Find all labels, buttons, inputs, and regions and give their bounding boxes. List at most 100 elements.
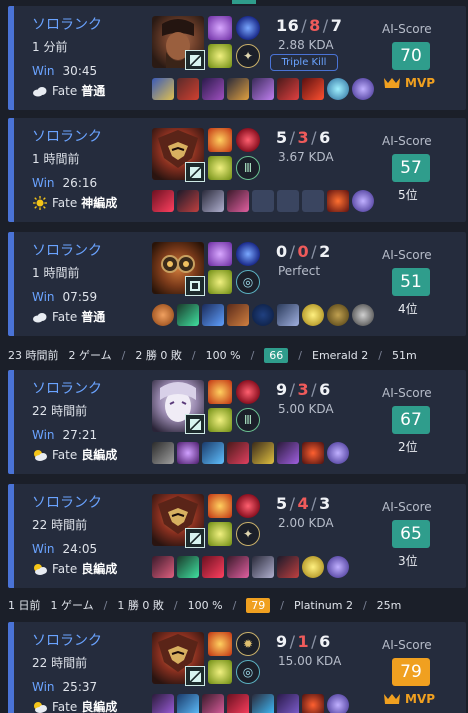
item-icon[interactable]	[252, 694, 274, 713]
summary-rank: Emerald 2	[312, 348, 369, 362]
item-row	[152, 78, 374, 100]
kda-ratio: 2.00 KDA	[278, 516, 334, 530]
keystone-rune-icon	[236, 494, 260, 518]
item-icon[interactable]	[177, 556, 199, 578]
fate-row: Fate 良編成	[32, 560, 117, 577]
match-card-4[interactable]: ソロランク 22 時間前 Win 27:21 Fate 良編成 Ⅲ 9/3/6 5…	[8, 370, 466, 474]
heal-spell-icon	[208, 44, 232, 68]
ai-score-value: 79	[392, 658, 430, 686]
result-duration: Win 27:21	[32, 428, 98, 442]
item-row	[152, 304, 374, 326]
empty-item-slot	[252, 190, 274, 212]
role-badge	[185, 276, 205, 296]
queue-mode: ソロランク	[32, 17, 102, 33]
item-icon[interactable]	[177, 694, 199, 713]
time-ago: 1 分前	[32, 40, 68, 54]
item-icon[interactable]	[152, 78, 174, 100]
summary-games: 1 ゲーム	[50, 599, 94, 612]
result-duration: Win 25:37	[32, 680, 98, 694]
item-icon[interactable]	[202, 190, 224, 212]
item-icon[interactable]	[277, 78, 299, 100]
item-icon[interactable]	[327, 442, 349, 464]
item-icon[interactable]	[152, 304, 174, 326]
item-icon[interactable]	[352, 304, 374, 326]
summary-ago: 23 時間前	[8, 349, 59, 362]
keystone-rune-icon	[236, 242, 260, 266]
match-card-3[interactable]: ソロランク 1 時間前 Win 07:59 Fate 普通 ◎ 0/0/2 Per…	[8, 232, 466, 336]
item-icon[interactable]	[227, 556, 249, 578]
item-icon[interactable]	[302, 694, 324, 713]
item-icon[interactable]	[202, 694, 224, 713]
kda-score: 5/4/3	[276, 494, 331, 513]
item-icon[interactable]	[252, 556, 274, 578]
top-scroll-remnant	[232, 0, 256, 4]
multikill-badge: Triple Kill	[270, 54, 338, 71]
item-icon[interactable]	[227, 442, 249, 464]
summary-score: 79	[246, 597, 271, 613]
item-icon[interactable]	[327, 190, 349, 212]
time-ago: 22 時間前	[32, 656, 88, 670]
empty-item-slot	[302, 190, 324, 212]
item-icon[interactable]	[327, 304, 349, 326]
time-ago: 22 時間前	[32, 518, 88, 532]
item-icon[interactable]	[177, 442, 199, 464]
item-icon[interactable]	[177, 78, 199, 100]
item-icon[interactable]	[202, 304, 224, 326]
ai-score-label: AI-Score	[382, 134, 432, 148]
cloud-icon	[33, 86, 47, 96]
item-icon[interactable]	[152, 556, 174, 578]
item-icon[interactable]	[252, 304, 274, 326]
ignite-spell-icon	[208, 632, 232, 656]
item-icon[interactable]	[227, 304, 249, 326]
item-icon[interactable]	[327, 78, 349, 100]
kda-ratio: 5.00 KDA	[278, 402, 334, 416]
item-icon[interactable]	[227, 190, 249, 212]
queue-mode: ソロランク	[32, 243, 102, 259]
item-icon[interactable]	[327, 556, 349, 578]
placement: 4位	[398, 302, 418, 316]
summary-winrate: 100 %	[205, 348, 241, 362]
item-icon[interactable]	[202, 442, 224, 464]
mvp-badge: MVP	[384, 692, 435, 706]
item-icon[interactable]	[352, 78, 374, 100]
item-icon[interactable]	[177, 304, 199, 326]
item-icon[interactable]	[252, 442, 274, 464]
kda-ratio: 2.88 KDA	[278, 38, 334, 52]
item-icon[interactable]	[327, 694, 349, 713]
match-card-6[interactable]: ソロランク 22 時間前 Win 25:37 Fate 良編成 ✹ ◎ 9/1/6…	[8, 622, 466, 713]
item-icon[interactable]	[277, 442, 299, 464]
item-icon[interactable]	[302, 304, 324, 326]
secondary-rune-icon: Ⅲ	[236, 156, 260, 180]
item-icon[interactable]	[152, 694, 174, 713]
item-icon[interactable]	[277, 694, 299, 713]
queue-mode: ソロランク	[32, 495, 102, 511]
item-icon[interactable]	[227, 694, 249, 713]
item-icon[interactable]	[152, 442, 174, 464]
item-icon[interactable]	[352, 190, 374, 212]
flash-spell-icon	[208, 16, 232, 40]
match-card-5[interactable]: ソロランク 22 時間前 Win 24:05 Fate 良編成 ✦ 5/4/3 2…	[8, 484, 466, 588]
item-icon[interactable]	[302, 78, 324, 100]
item-icon[interactable]	[177, 190, 199, 212]
match-card-1[interactable]: ソロランク 1 分前 Win 30:45 Fate 普通 ✦ 16/8/7 2.8…	[8, 6, 466, 110]
item-icon[interactable]	[302, 556, 324, 578]
summary-rank: Platinum 2	[294, 598, 353, 612]
kda-score: 5/3/6	[276, 128, 331, 147]
heal-spell-icon	[208, 660, 232, 684]
item-icon[interactable]	[302, 442, 324, 464]
partly-cloudy-icon	[34, 563, 47, 575]
item-icon[interactable]	[277, 304, 299, 326]
sun-icon	[33, 195, 47, 210]
heal-spell-icon	[208, 270, 232, 294]
secondary-rune-icon: ✦	[236, 522, 260, 546]
item-row	[152, 442, 349, 464]
item-icon[interactable]	[277, 556, 299, 578]
keystone-rune-icon: ✹	[236, 632, 260, 656]
item-icon[interactable]	[227, 78, 249, 100]
summary-record: 2 勝 0 敗	[135, 349, 182, 362]
item-icon[interactable]	[202, 78, 224, 100]
item-icon[interactable]	[252, 78, 274, 100]
item-icon[interactable]	[202, 556, 224, 578]
item-icon[interactable]	[152, 190, 174, 212]
match-card-2[interactable]: ソロランク 1 時間前 Win 26:16 Fate 神編成 Ⅲ 5/3/6 3.…	[8, 118, 466, 222]
